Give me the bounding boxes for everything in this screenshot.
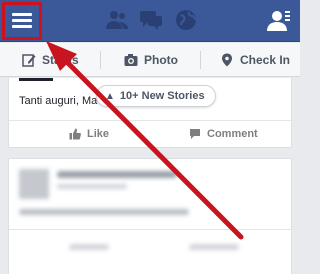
- post-timestamp: [57, 184, 127, 189]
- feed-post: [8, 158, 293, 274]
- messages-icon[interactable]: [139, 9, 163, 31]
- comment-button[interactable]: Comment: [189, 123, 258, 145]
- status-label: Status: [42, 53, 79, 67]
- checkin-label: Check In: [240, 53, 291, 67]
- friends-icon[interactable]: [105, 9, 129, 31]
- photo-button[interactable]: Photo: [124, 43, 178, 77]
- divider: [9, 229, 293, 230]
- divider: [100, 51, 101, 69]
- post-text: Tanti auguri, Ma: [19, 95, 98, 107]
- like-button[interactable]: Like: [69, 123, 109, 145]
- highlight-box: [2, 2, 42, 40]
- comment-label: Comment: [207, 128, 258, 140]
- comment-button: [189, 244, 239, 250]
- composer-bar: Status Photo Check In: [0, 43, 300, 77]
- author-name: [57, 171, 177, 178]
- screen: Status Photo Check In Tanti auguri, Ma L…: [0, 0, 300, 274]
- globe-icon[interactable]: [174, 9, 198, 31]
- photo-label: Photo: [144, 53, 178, 67]
- top-bar: [0, 0, 300, 42]
- post-text: [19, 209, 189, 215]
- new-stories-pill[interactable]: ▲ 10+ New Stories: [96, 85, 216, 107]
- thumbs-up-icon: [69, 128, 81, 140]
- status-button[interactable]: Status: [22, 43, 79, 77]
- author-name: [19, 78, 53, 81]
- camera-icon: [124, 54, 138, 66]
- checkin-button[interactable]: Check In: [220, 43, 290, 77]
- arrow-up-icon: ▲: [105, 90, 115, 102]
- like-button: [69, 244, 109, 250]
- divider: [9, 120, 293, 121]
- location-pin-icon: [222, 53, 232, 67]
- like-label: Like: [87, 128, 110, 140]
- divider: [200, 51, 201, 69]
- new-stories-label: 10+ New Stories: [119, 90, 205, 102]
- profile-icon[interactable]: [265, 8, 291, 32]
- edit-icon: [22, 54, 36, 67]
- comment-icon: [190, 129, 200, 139]
- avatar: [19, 169, 49, 199]
